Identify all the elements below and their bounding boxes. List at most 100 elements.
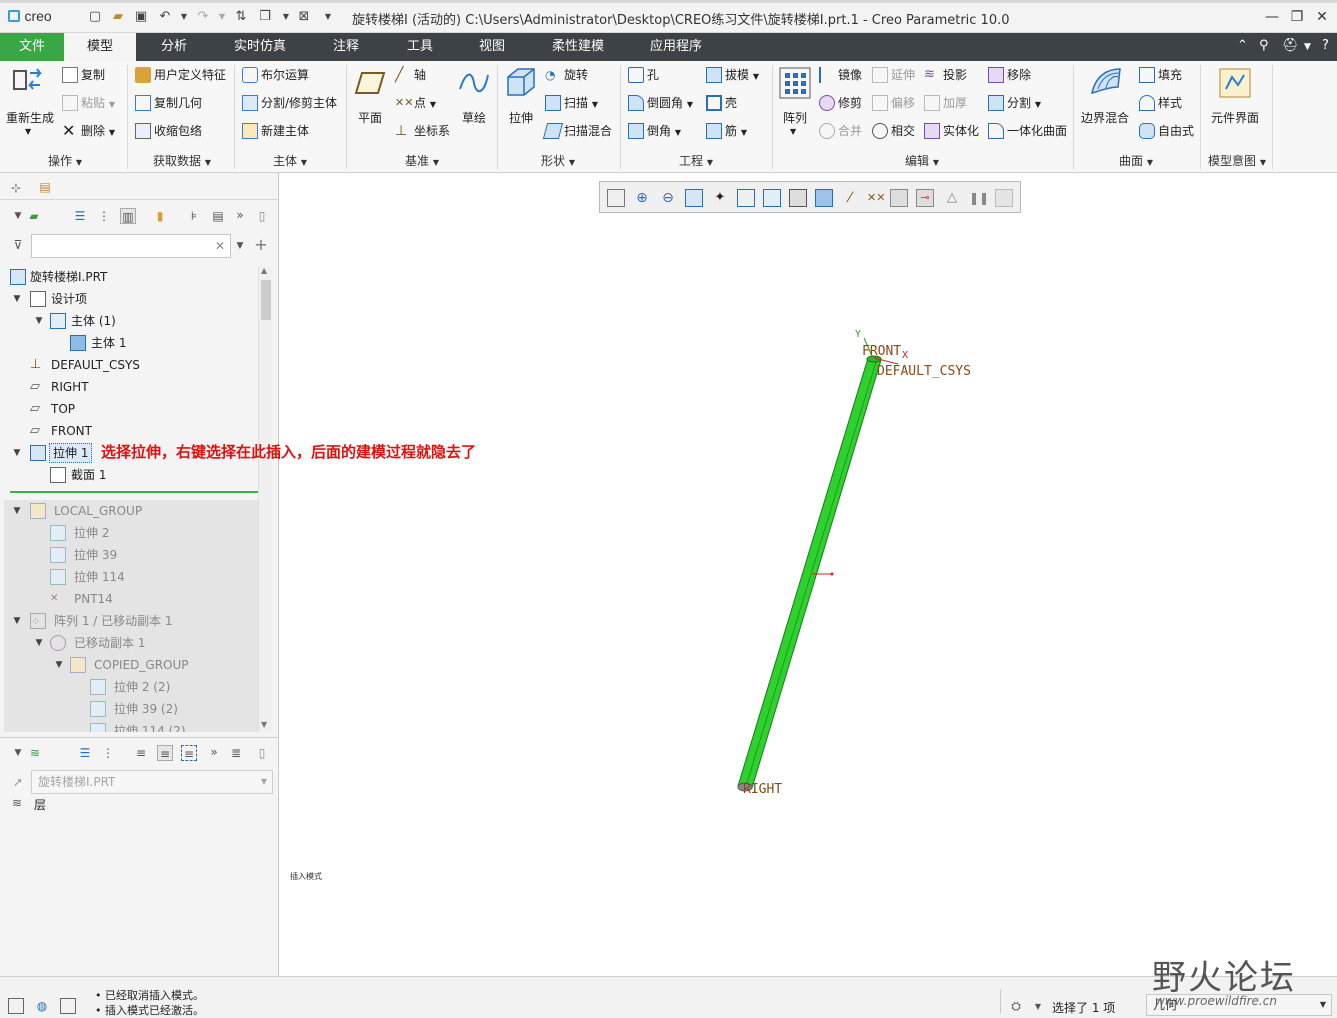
pause-icon[interactable]: ❚❚	[969, 189, 989, 207]
tree-row-front[interactable]: ▱ FRONT	[4, 420, 258, 442]
axis-button[interactable]: ╱ 轴	[395, 67, 426, 83]
layer-columns-icon[interactable]: ⋮	[100, 745, 116, 761]
tree-row-design-items[interactable]: ▼ 设计项	[4, 288, 258, 310]
solidify-button[interactable]: 实体化	[924, 123, 979, 139]
tab-model[interactable]: 模型	[64, 33, 136, 61]
tab-analysis[interactable]: 分析	[146, 33, 202, 61]
part-model-view[interactable]	[700, 320, 1020, 810]
datum-front-label[interactable]: FRONT	[862, 344, 901, 359]
datum-right-label[interactable]: RIGHT	[743, 782, 782, 797]
group-datum-label[interactable]: 基准 ▼	[392, 152, 452, 169]
selection-count[interactable]: 选择了 1 项	[1052, 999, 1115, 1016]
layer-properties-icon[interactable]: ≣	[228, 745, 244, 761]
layer-more-icon[interactable]: »	[206, 744, 222, 760]
csys-button[interactable]: ⊥ 坐标系	[395, 123, 450, 139]
insert-here-marker[interactable]	[10, 491, 258, 493]
folder-browser-tab-icon[interactable]: ▤	[37, 179, 53, 195]
tree-search-input[interactable]	[31, 234, 231, 258]
layer-view-icon[interactable]: ▤	[210, 208, 226, 224]
hat-icon[interactable]: ⛑	[1282, 38, 1299, 53]
layer-item-label[interactable]: 层	[34, 796, 46, 813]
group-shapes-label[interactable]: 形状 ▼	[530, 152, 586, 169]
layer-hide-icon[interactable]: ≡	[157, 745, 173, 761]
fill-button[interactable]: 填充	[1139, 67, 1182, 83]
intersect-button[interactable]: 相交	[872, 123, 915, 139]
tab-applications[interactable]: 应用程序	[638, 33, 714, 61]
repaint-icon[interactable]	[685, 189, 703, 207]
find-binoculars-icon[interactable]: ⛭	[1008, 998, 1024, 1014]
more-tools-icon[interactable]: »	[232, 207, 248, 223]
close-window-icon[interactable]: ⊠	[296, 9, 312, 25]
tree-row-bodies[interactable]: ▼ 主体 (1)	[4, 310, 258, 332]
mirror-button[interactable]: 镜像	[819, 67, 862, 83]
tab-file[interactable]: 文件	[0, 33, 64, 61]
tree-row-extrude-39-copy[interactable]: 拉伸 39 (2)	[4, 698, 258, 720]
expand-icon[interactable]: ▼	[12, 500, 22, 522]
udf-button[interactable]: 用户定义特征	[135, 67, 226, 83]
layer-settings-icon[interactable]: ☰	[77, 745, 93, 761]
group-editing-label[interactable]: 编辑 ▼	[892, 152, 952, 169]
group-engineering-label[interactable]: 工程 ▼	[666, 152, 726, 169]
tree-row-extrude-2-copy[interactable]: 拉伸 2 (2)	[4, 676, 258, 698]
undo-dropdown-icon[interactable]: ▼	[176, 9, 192, 25]
show-icon[interactable]: ▮	[152, 208, 168, 224]
tree-row-top[interactable]: ▱ TOP	[4, 398, 258, 420]
add-filter-icon[interactable]: +	[253, 237, 269, 253]
layer-menu-dropdown-icon[interactable]: ▼	[10, 745, 26, 761]
layer-show-icon[interactable]: ≡	[133, 745, 149, 761]
rib-button[interactable]: 筋 ▼	[706, 123, 747, 141]
help-icon[interactable]: ?	[1322, 38, 1329, 53]
tab-view[interactable]: 视图	[464, 33, 520, 61]
redo-icon[interactable]: ↷	[195, 9, 211, 25]
close-button[interactable]: ✕	[1313, 8, 1331, 26]
group-operations-label[interactable]: 操作 ▼	[30, 152, 100, 169]
tab-tools[interactable]: 工具	[392, 33, 448, 61]
datum-display-icon[interactable]: ⁄	[841, 189, 859, 207]
layer-model-select[interactable]: 旋转楼梯I.PRT ▼	[31, 770, 273, 794]
customize-toolbar-icon[interactable]: ▼	[320, 9, 336, 25]
thicken-button[interactable]: 加厚	[924, 95, 967, 111]
search-icon[interactable]: ⚲	[1259, 38, 1269, 53]
tree-row-local-group[interactable]: ▼ LOCAL_GROUP	[4, 500, 258, 522]
split-body-button[interactable]: 分割/修剪主体	[242, 95, 337, 111]
hole-button[interactable]: 孔	[628, 67, 659, 83]
swept-blend-button[interactable]: 扫描混合	[542, 123, 612, 139]
annotation-display-icon[interactable]	[890, 189, 908, 207]
delete-button[interactable]: ✕ 删除 ▼	[62, 123, 115, 141]
unify-surfaces-button[interactable]: 一体化曲面	[988, 123, 1067, 139]
tree-filter-view-icon[interactable]: ▥	[120, 208, 136, 224]
offset-button[interactable]: 偏移	[872, 95, 915, 111]
expand-icon[interactable]: ▼	[34, 310, 44, 332]
revolve-button[interactable]: ◔ 旋转	[545, 67, 588, 83]
extruded-bar[interactable]	[737, 357, 882, 789]
tree-row-extrude-114-copy[interactable]: 拉伸 114 (2)	[4, 720, 258, 732]
regenerate-icon[interactable]: ⇅	[233, 9, 249, 25]
windows-icon[interactable]: ❐	[257, 9, 273, 25]
zoom-out-icon[interactable]: ⊖	[659, 189, 677, 207]
group-body-label[interactable]: 主体 ▼	[262, 152, 318, 169]
spin-center-icon[interactable]: ✦	[711, 189, 729, 207]
find-dropdown-icon[interactable]: ▼	[1030, 999, 1046, 1015]
tree-row-extrude-2[interactable]: 拉伸 2	[4, 522, 258, 544]
tab-annotate[interactable]: 注释	[318, 33, 374, 61]
browser-icon[interactable]: ◍	[34, 998, 50, 1014]
tree-row-extrude-39[interactable]: 拉伸 39	[4, 544, 258, 566]
scroll-down-icon[interactable]: ▼	[261, 720, 267, 729]
sweep-button[interactable]: 扫描 ▼	[545, 95, 598, 113]
tree-export-icon[interactable]: ▯	[254, 208, 270, 224]
tree-row-right[interactable]: ▱ RIGHT	[4, 376, 258, 398]
expand-icon[interactable]: ▼	[12, 288, 22, 310]
copy-geometry-button[interactable]: 复制几何	[135, 95, 202, 111]
select-arrow-icon[interactable]: ➚	[10, 774, 26, 790]
datum-csys-label[interactable]: DEFAULT_CSYS	[877, 364, 971, 379]
group-getdata-label[interactable]: 获取数据 ▼	[140, 152, 224, 169]
paste-button[interactable]: 粘贴 ▼	[62, 95, 115, 113]
settings-dropdown-icon[interactable]: ▼	[1304, 42, 1311, 52]
display-style-icon[interactable]	[815, 189, 833, 207]
toggle-navigator-icon[interactable]	[8, 998, 24, 1014]
saved-views-icon[interactable]	[737, 189, 755, 207]
zoom-in-icon[interactable]: ⊕	[633, 189, 651, 207]
project-button[interactable]: ≋ 投影	[924, 67, 967, 83]
clear-search-icon[interactable]: ✕	[212, 238, 228, 254]
merge-button[interactable]: 合并	[819, 123, 862, 139]
